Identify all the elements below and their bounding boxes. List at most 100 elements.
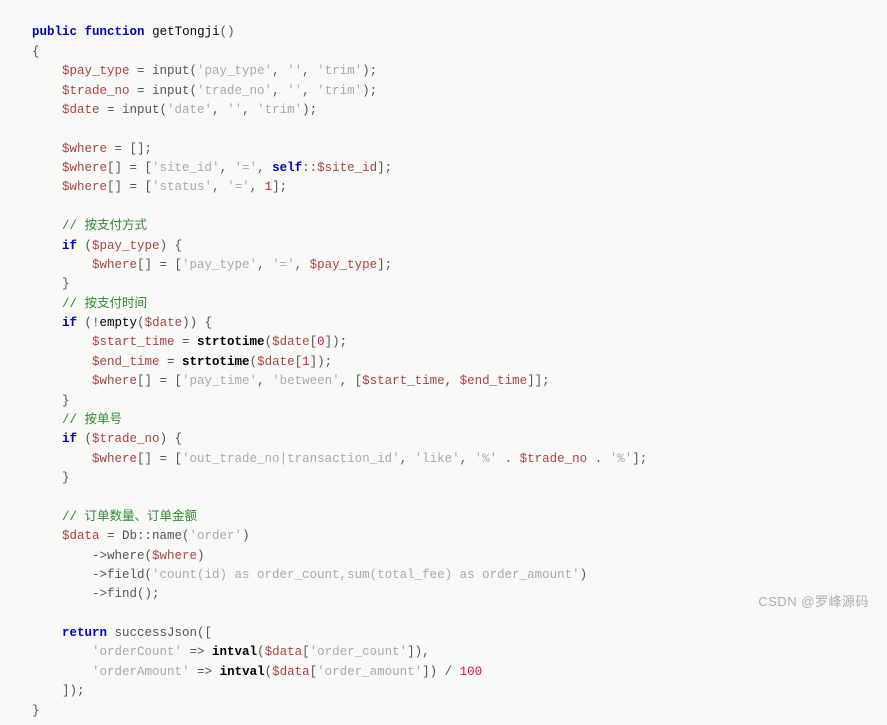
- var-start-time: $start_time: [362, 374, 445, 388]
- comment-order-count-amount: // 订单数量、订单金额: [62, 510, 197, 524]
- string: '': [287, 64, 302, 78]
- text: ]);: [310, 355, 333, 369]
- text: ]),: [407, 645, 430, 659]
- string: 'order_count': [310, 645, 408, 659]
- function-name: getTongji: [152, 25, 220, 39]
- text: = input(: [130, 64, 198, 78]
- text: ,: [272, 84, 287, 98]
- var-trade-no: $trade_no: [520, 452, 588, 466]
- var-date: $date: [272, 335, 310, 349]
- text: [] = [: [107, 180, 152, 194]
- text: ) {: [160, 239, 183, 253]
- string: '%': [610, 452, 633, 466]
- var-where: $where: [152, 549, 197, 563]
- text: ): [242, 529, 250, 543]
- text: (: [265, 335, 273, 349]
- string: '=': [272, 258, 295, 272]
- var-where: $where: [62, 142, 107, 156]
- string: 'orderCount': [92, 645, 182, 659]
- keyword-public: public: [32, 25, 77, 39]
- text: ,: [220, 161, 235, 175]
- comment-pay-method: // 按支付方式: [62, 219, 147, 233]
- text: ): [580, 568, 588, 582]
- text: [] = [: [107, 161, 152, 175]
- text: ];: [377, 161, 392, 175]
- string: 'trim': [257, 103, 302, 117]
- func-empty: empty: [100, 316, 138, 330]
- text: ,: [242, 103, 257, 117]
- text: ,: [257, 374, 272, 388]
- text: ,: [212, 103, 227, 117]
- text: = Db::name(: [100, 529, 190, 543]
- keyword-if: if: [62, 316, 77, 330]
- number: 0: [317, 335, 325, 349]
- var-site-id: $site_id: [317, 161, 377, 175]
- string: 'status': [152, 180, 212, 194]
- func-strtotime: strtotime: [182, 355, 250, 369]
- text: ->find();: [92, 587, 160, 601]
- text: =>: [182, 645, 212, 659]
- text: ,: [400, 452, 415, 466]
- comment-pay-time: // 按支付时间: [62, 297, 147, 311]
- text: ]];: [527, 374, 550, 388]
- var-trade-no: $trade_no: [62, 84, 130, 98]
- text: ,: [257, 258, 272, 272]
- brace-close: }: [62, 277, 70, 291]
- string: 'out_trade_no|transaction_id': [182, 452, 400, 466]
- text: =: [160, 355, 183, 369]
- number: 1: [265, 180, 273, 194]
- string: 'pay_type': [182, 258, 257, 272]
- var-pay-type: $pay_type: [310, 258, 378, 272]
- text: successJson([: [107, 626, 212, 640]
- var-end-time: $end_time: [460, 374, 528, 388]
- keyword-if: if: [62, 239, 77, 253]
- var-where: $where: [62, 180, 107, 194]
- text: [] = [: [137, 452, 182, 466]
- var-trade-no: $trade_no: [92, 432, 160, 446]
- watermark: CSDN @罗峰源码: [758, 592, 869, 612]
- var-where: $where: [62, 161, 107, 175]
- string: 'orderAmount': [92, 665, 190, 679]
- string: 'trade_no': [197, 84, 272, 98]
- string: 'date': [167, 103, 212, 117]
- var-where: $where: [92, 374, 137, 388]
- string: '': [227, 103, 242, 117]
- text: )) {: [182, 316, 212, 330]
- string: 'pay_type': [197, 64, 272, 78]
- text: (: [77, 432, 92, 446]
- text: [: [295, 355, 303, 369]
- keyword-self: self: [272, 161, 302, 175]
- text: ->where(: [92, 549, 152, 563]
- string: 'pay_time': [182, 374, 257, 388]
- number: 100: [460, 665, 483, 679]
- text: ,: [212, 180, 227, 194]
- text: .: [587, 452, 610, 466]
- text: );: [362, 84, 377, 98]
- text: [: [302, 645, 310, 659]
- text: ]);: [62, 684, 85, 698]
- text: = input(: [100, 103, 168, 117]
- func-intval: intval: [212, 645, 257, 659]
- keyword-function: function: [85, 25, 145, 39]
- number: 1: [302, 355, 310, 369]
- var-pay-type: $pay_type: [62, 64, 130, 78]
- text: ,: [250, 180, 265, 194]
- var-where: $where: [92, 452, 137, 466]
- string: 'between': [272, 374, 340, 388]
- var-end-time: $end_time: [92, 355, 160, 369]
- text: ,: [302, 84, 317, 98]
- brace-close: }: [62, 394, 70, 408]
- string: '': [287, 84, 302, 98]
- string: 'count(id) as order_count,sum(total_fee)…: [152, 568, 580, 582]
- text: ,: [460, 452, 475, 466]
- text: (: [265, 665, 273, 679]
- string: 'like': [415, 452, 460, 466]
- code-block: public function getTongji() { $pay_type …: [0, 0, 887, 725]
- brace-open: {: [32, 45, 40, 59]
- text: (: [137, 316, 145, 330]
- text: [] = [: [137, 258, 182, 272]
- text: ,: [272, 64, 287, 78]
- text: );: [362, 64, 377, 78]
- func-intval: intval: [220, 665, 265, 679]
- text: ,: [295, 258, 310, 272]
